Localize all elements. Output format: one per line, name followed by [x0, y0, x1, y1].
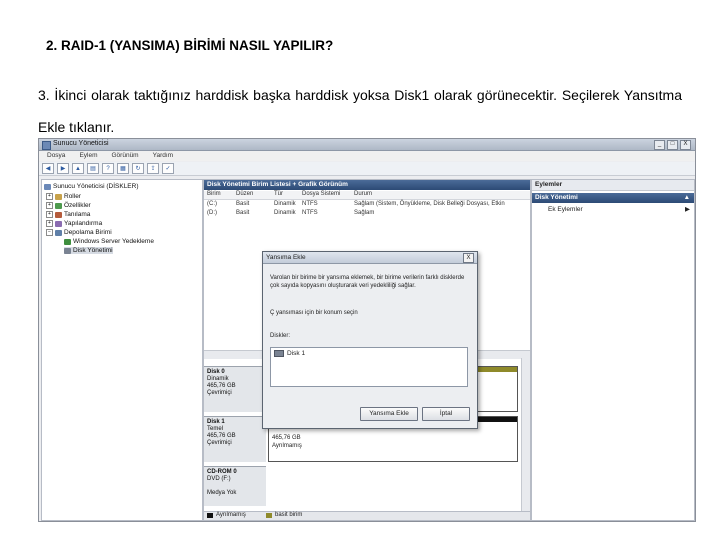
up-folder-icon[interactable]: ▲ [72, 163, 84, 174]
export-icon[interactable]: ⇪ [147, 163, 159, 174]
vertical-scrollbar[interactable] [521, 358, 530, 520]
list-item-disk-1[interactable]: Disk 1 [271, 348, 467, 359]
expand-icon[interactable]: + [46, 202, 53, 209]
navigation-tree: Sunucu Yöneticisi (DİSKLER) + Roller + Ö… [41, 179, 203, 521]
disk-icon [274, 350, 284, 357]
toolbar: ◀ ▶ ▲ ▤ ? ▦ ↻ ⇪ ✓ [39, 162, 695, 176]
actions-pane: Eylemler Disk Yönetimi ▲ Ek Eylemler ▶ [531, 179, 695, 521]
panel-header: Disk Yönetimi Birim Listesi + Grafik Gör… [204, 180, 530, 190]
tree-item-disk-management[interactable]: Disk Yönetimi [64, 247, 113, 254]
volume-row[interactable]: (C:) Basit Dinamik NTFS Sağlam (Sistem, … [204, 201, 530, 210]
diagnostics-icon [55, 211, 62, 218]
volume-row[interactable]: (D:) Basit Dinamik NTFS Sağlam [204, 210, 530, 219]
tree-item-configuration[interactable]: + Yapılandırma [46, 220, 102, 227]
column-volume[interactable]: Birim [207, 191, 221, 197]
disks-listbox[interactable]: Disk 1 [270, 347, 468, 387]
tree-item-roles[interactable]: + Roller [46, 193, 81, 200]
legend: Ayrılmamış basit birim [204, 511, 530, 520]
actions-header: Eylemler [532, 180, 694, 191]
column-filesystem[interactable]: Dosya Sistemi [302, 191, 340, 197]
column-type[interactable]: Tür [274, 191, 283, 197]
tree-item-server-manager[interactable]: Sunucu Yöneticisi (DİSKLER) [44, 183, 139, 190]
backup-icon [64, 238, 71, 245]
dialog-prompt: Ç yansıması için bir konum seçin [270, 310, 358, 316]
back-arrow-icon[interactable]: ◀ [42, 163, 54, 174]
legend-unallocated: Ayrılmamış [216, 512, 246, 518]
show-tree-icon[interactable]: ▤ [87, 163, 99, 174]
menu-bar: Dosya Eylem Görünüm Yardım [39, 151, 695, 161]
collapse-icon[interactable]: − [46, 229, 53, 236]
dialog-close-button[interactable]: X [463, 253, 474, 263]
expand-icon[interactable]: + [46, 211, 53, 218]
add-mirror-button[interactable]: Yansıma Ekle [360, 407, 418, 421]
disk-0-label[interactable]: Disk 0 Dinamik 465,76 GB Çevrimiçi [204, 366, 266, 412]
tree-item-windows-backup[interactable]: Windows Server Yedekleme [64, 238, 154, 245]
more-actions-item[interactable]: Ek Eylemler ▶ [532, 205, 694, 215]
config-icon [55, 220, 62, 227]
expand-icon[interactable]: + [46, 220, 53, 227]
tree-item-diagnostics[interactable]: + Tanılama [46, 211, 90, 218]
legend-simple-volume: basit birim [275, 512, 303, 518]
tree-item-features[interactable]: + Özellikler [46, 202, 91, 209]
window-titlebar: Sunucu Yöneticisi _ □ X [39, 139, 695, 151]
cancel-button[interactable]: İptal [422, 407, 470, 421]
help-icon[interactable]: ? [102, 163, 114, 174]
tree-item-storage[interactable]: − Depolama Birimi [46, 229, 112, 236]
column-status[interactable]: Durum [354, 191, 372, 197]
properties-icon[interactable]: ▦ [117, 163, 129, 174]
submenu-arrow-icon: ▶ [685, 206, 690, 213]
dialog-description: Varolan bir birime bir yansıma eklemek, … [270, 275, 465, 289]
collapse-arrow-icon[interactable]: ▲ [684, 193, 690, 203]
maximize-button[interactable]: □ [667, 140, 678, 150]
menu-help[interactable]: Yardım [153, 151, 173, 161]
cdrom-label[interactable]: CD-ROM 0 DVD (F:) Medya Yok [204, 466, 266, 506]
server-manager-screenshot: Sunucu Yöneticisi _ □ X Dosya Eylem Görü… [38, 138, 696, 522]
roles-icon [55, 193, 62, 200]
storage-icon [55, 229, 62, 236]
forward-arrow-icon[interactable]: ▶ [57, 163, 69, 174]
features-icon [55, 202, 62, 209]
legend-swatch-unallocated [207, 513, 213, 518]
actions-section[interactable]: Disk Yönetimi ▲ [532, 193, 694, 203]
minimize-button[interactable]: _ [654, 140, 665, 150]
expand-icon[interactable]: + [46, 193, 53, 200]
settings-icon[interactable]: ✓ [162, 163, 174, 174]
legend-swatch-simple [266, 513, 272, 518]
disk-icon [64, 247, 71, 254]
dialog-title: Yansıma Ekle [263, 252, 477, 264]
server-manager-icon [42, 141, 51, 150]
menu-view[interactable]: Görünüm [112, 151, 139, 161]
document-paragraph: 3. İkinci olarak taktığınız harddisk baş… [38, 87, 682, 135]
volume-list-header: Birim Düzen Tür Dosya Sistemi Durum [204, 191, 530, 200]
column-layout[interactable]: Düzen [236, 191, 253, 197]
disks-label: Diskler: [270, 333, 291, 339]
menu-action[interactable]: Eylem [79, 151, 97, 161]
refresh-icon[interactable]: ↻ [132, 163, 144, 174]
menu-file[interactable]: Dosya [47, 151, 65, 161]
disk-1-label[interactable]: Disk 1 Temel 465,76 GB Çevrimiçi [204, 416, 266, 462]
close-button[interactable]: X [680, 140, 691, 150]
server-icon [44, 183, 51, 190]
add-mirror-dialog: Yansıma Ekle X Varolan bir birime bir ya… [262, 251, 478, 429]
window-title: Sunucu Yöneticisi [53, 140, 109, 147]
document-title: 2. RAID-1 (YANSIMA) BİRİMİ NASIL YAPILIR… [46, 38, 334, 53]
